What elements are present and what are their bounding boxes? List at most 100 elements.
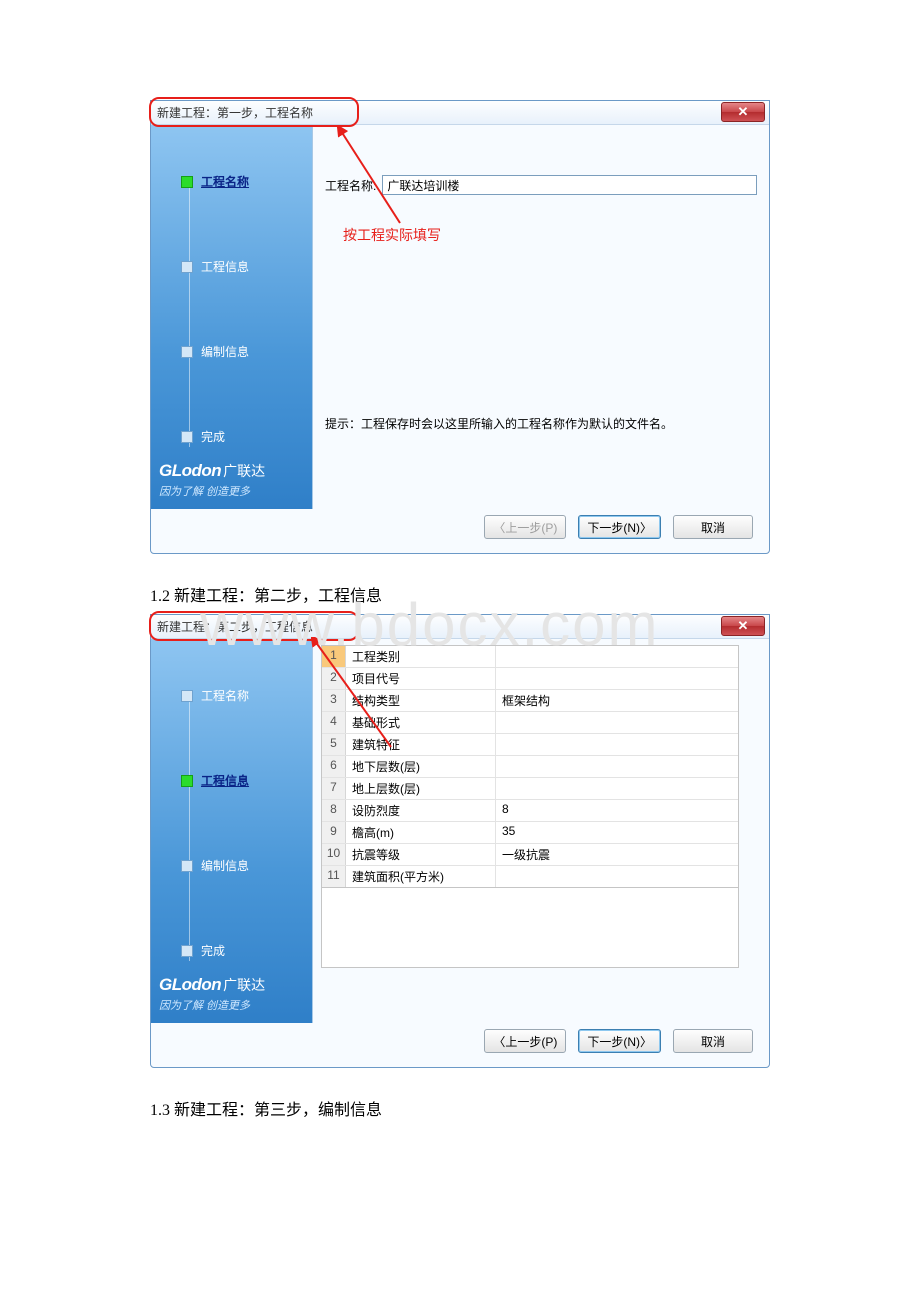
step-indicator-icon <box>181 945 193 957</box>
sidebar-step-project-info[interactable]: 工程信息 <box>151 768 312 793</box>
content-pane: 工程名称: 按工程实际填写 提示：工程保存时会以这里所输入的工程名称作为默认的文… <box>313 125 769 509</box>
grid-value[interactable]: 一级抗震 <box>496 844 738 865</box>
next-button[interactable]: 下一步(N)〉 <box>578 515 661 539</box>
step-indicator-icon <box>181 176 193 188</box>
sidebar-step-finish[interactable]: 完成 <box>151 424 312 449</box>
grid-value[interactable] <box>496 866 738 887</box>
grid-key: 地下层数(层) <box>346 756 496 777</box>
sidebar-step-edit-info[interactable]: 编制信息 <box>151 853 312 878</box>
brand-logo: GLodon <box>159 461 221 480</box>
section-heading-1-2: 1.2 新建工程：第二步，工程信息 <box>150 582 770 606</box>
titlebar: 新建工程：第二步，工程信息 ✕ <box>151 615 769 639</box>
grid-row[interactable]: 7地上层数(层) <box>322 778 738 800</box>
step-indicator-icon <box>181 261 193 273</box>
dialog-title: 新建工程：第二步，工程信息 <box>157 618 313 635</box>
wizard-dialog-step2: 新建工程：第二步，工程信息 ✕ 工程名称 工程信息 编制信息 完成 GLodo <box>150 614 770 1068</box>
step-label: 工程信息 <box>201 258 249 275</box>
wizard-sidebar: 工程名称 工程信息 编制信息 完成 GLodon广联达 因为了解 创造更多 <box>151 639 313 1023</box>
brand-tagline: 因为了解 创造更多 <box>159 997 304 1013</box>
sidebar-step-edit-info[interactable]: 编制信息 <box>151 339 312 364</box>
grid-row[interactable]: 4基础形式 <box>322 712 738 734</box>
button-row: 〈上一步(P) 下一步(N)〉 取消 <box>151 509 769 539</box>
step-label: 工程信息 <box>201 772 249 789</box>
step-label: 编制信息 <box>201 343 249 360</box>
sidebar-step-finish[interactable]: 完成 <box>151 938 312 963</box>
grid-value[interactable] <box>496 646 738 667</box>
step-label: 编制信息 <box>201 857 249 874</box>
button-row: 〈上一步(P) 下一步(N)〉 取消 <box>151 1023 769 1053</box>
grid-key: 工程类别 <box>346 646 496 667</box>
grid-row-number: 4 <box>322 712 346 733</box>
grid-value[interactable] <box>496 778 738 799</box>
grid-row-number: 11 <box>322 866 346 887</box>
grid-row-number: 2 <box>322 668 346 689</box>
grid-row-number: 9 <box>322 822 346 843</box>
grid-row[interactable]: 5建筑特征 <box>322 734 738 756</box>
next-button[interactable]: 下一步(N)〉 <box>578 1029 661 1053</box>
project-info-grid[interactable]: 1工程类别2项目代号3结构类型框架结构4基础形式5建筑特征6地下层数(层)7地上… <box>321 645 739 888</box>
project-name-label: 工程名称: <box>325 177 376 194</box>
step-indicator-icon <box>181 860 193 872</box>
grid-row-number: 10 <box>322 844 346 865</box>
sidebar-connector-line <box>189 185 190 447</box>
grid-row[interactable]: 6地下层数(层) <box>322 756 738 778</box>
step-label: 工程名称 <box>201 687 249 704</box>
grid-key: 项目代号 <box>346 668 496 689</box>
brand-cn: 广联达 <box>223 463 265 479</box>
grid-row[interactable]: 1工程类别 <box>322 646 738 668</box>
grid-row[interactable]: 10抗震等级一级抗震 <box>322 844 738 866</box>
sidebar-step-project-name[interactable]: 工程名称 <box>151 169 312 194</box>
prev-button[interactable]: 〈上一步(P) <box>484 1029 566 1053</box>
grid-row-number: 8 <box>322 800 346 821</box>
grid-row-number: 6 <box>322 756 346 777</box>
close-button[interactable]: ✕ <box>721 102 765 122</box>
sidebar-step-project-name[interactable]: 工程名称 <box>151 683 312 708</box>
project-name-input[interactable] <box>382 175 757 195</box>
sidebar-connector-line <box>189 699 190 961</box>
brand-tagline: 因为了解 创造更多 <box>159 483 304 499</box>
grid-row[interactable]: 3结构类型框架结构 <box>322 690 738 712</box>
grid-row[interactable]: 8设防烈度8 <box>322 800 738 822</box>
grid-row-number: 3 <box>322 690 346 711</box>
sidebar-step-project-info[interactable]: 工程信息 <box>151 254 312 279</box>
grid-row[interactable]: 11建筑面积(平方米) <box>322 866 738 887</box>
grid-key: 基础形式 <box>346 712 496 733</box>
cancel-button[interactable]: 取消 <box>673 1029 753 1053</box>
brand-block: GLodon广联达 因为了解 创造更多 <box>159 975 304 1013</box>
grid-key: 抗震等级 <box>346 844 496 865</box>
step-indicator-icon <box>181 431 193 443</box>
brand-cn: 广联达 <box>223 977 265 993</box>
grid-value[interactable] <box>496 734 738 755</box>
grid-key: 建筑特征 <box>346 734 496 755</box>
brand-block: GLodon广联达 因为了解 创造更多 <box>159 461 304 499</box>
step-label: 完成 <box>201 942 225 959</box>
brand-logo: GLodon <box>159 975 221 994</box>
titlebar: 新建工程：第一步，工程名称 ✕ <box>151 101 769 125</box>
grid-value[interactable]: 8 <box>496 800 738 821</box>
grid-key: 结构类型 <box>346 690 496 711</box>
section-heading-1-3: 1.3 新建工程：第三步，编制信息 <box>150 1096 770 1120</box>
grid-row-number: 5 <box>322 734 346 755</box>
content-pane: 1工程类别2项目代号3结构类型框架结构4基础形式5建筑特征6地下层数(层)7地上… <box>313 639 769 1023</box>
cancel-button[interactable]: 取消 <box>673 515 753 539</box>
grid-row-number: 1 <box>322 646 346 667</box>
step-indicator-icon <box>181 346 193 358</box>
step-indicator-icon <box>181 690 193 702</box>
close-button[interactable]: ✕ <box>721 616 765 636</box>
grid-row[interactable]: 2项目代号 <box>322 668 738 690</box>
grid-row-number: 7 <box>322 778 346 799</box>
grid-row[interactable]: 9檐高(m)35 <box>322 822 738 844</box>
grid-value[interactable] <box>496 756 738 777</box>
grid-key: 檐高(m) <box>346 822 496 843</box>
grid-value[interactable]: 35 <box>496 822 738 843</box>
wizard-dialog-step1: 新建工程：第一步，工程名称 ✕ 工程名称 工程信息 编制信息 完成 GLodo <box>150 100 770 554</box>
dialog-title: 新建工程：第一步，工程名称 <box>157 104 313 121</box>
grid-key: 设防烈度 <box>346 800 496 821</box>
grid-blank-area <box>321 888 739 968</box>
step-label: 工程名称 <box>201 173 249 190</box>
grid-value[interactable]: 框架结构 <box>496 690 738 711</box>
grid-value[interactable] <box>496 668 738 689</box>
step-indicator-icon <box>181 775 193 787</box>
grid-value[interactable] <box>496 712 738 733</box>
annotation-text: 按工程实际填写 <box>343 225 441 245</box>
